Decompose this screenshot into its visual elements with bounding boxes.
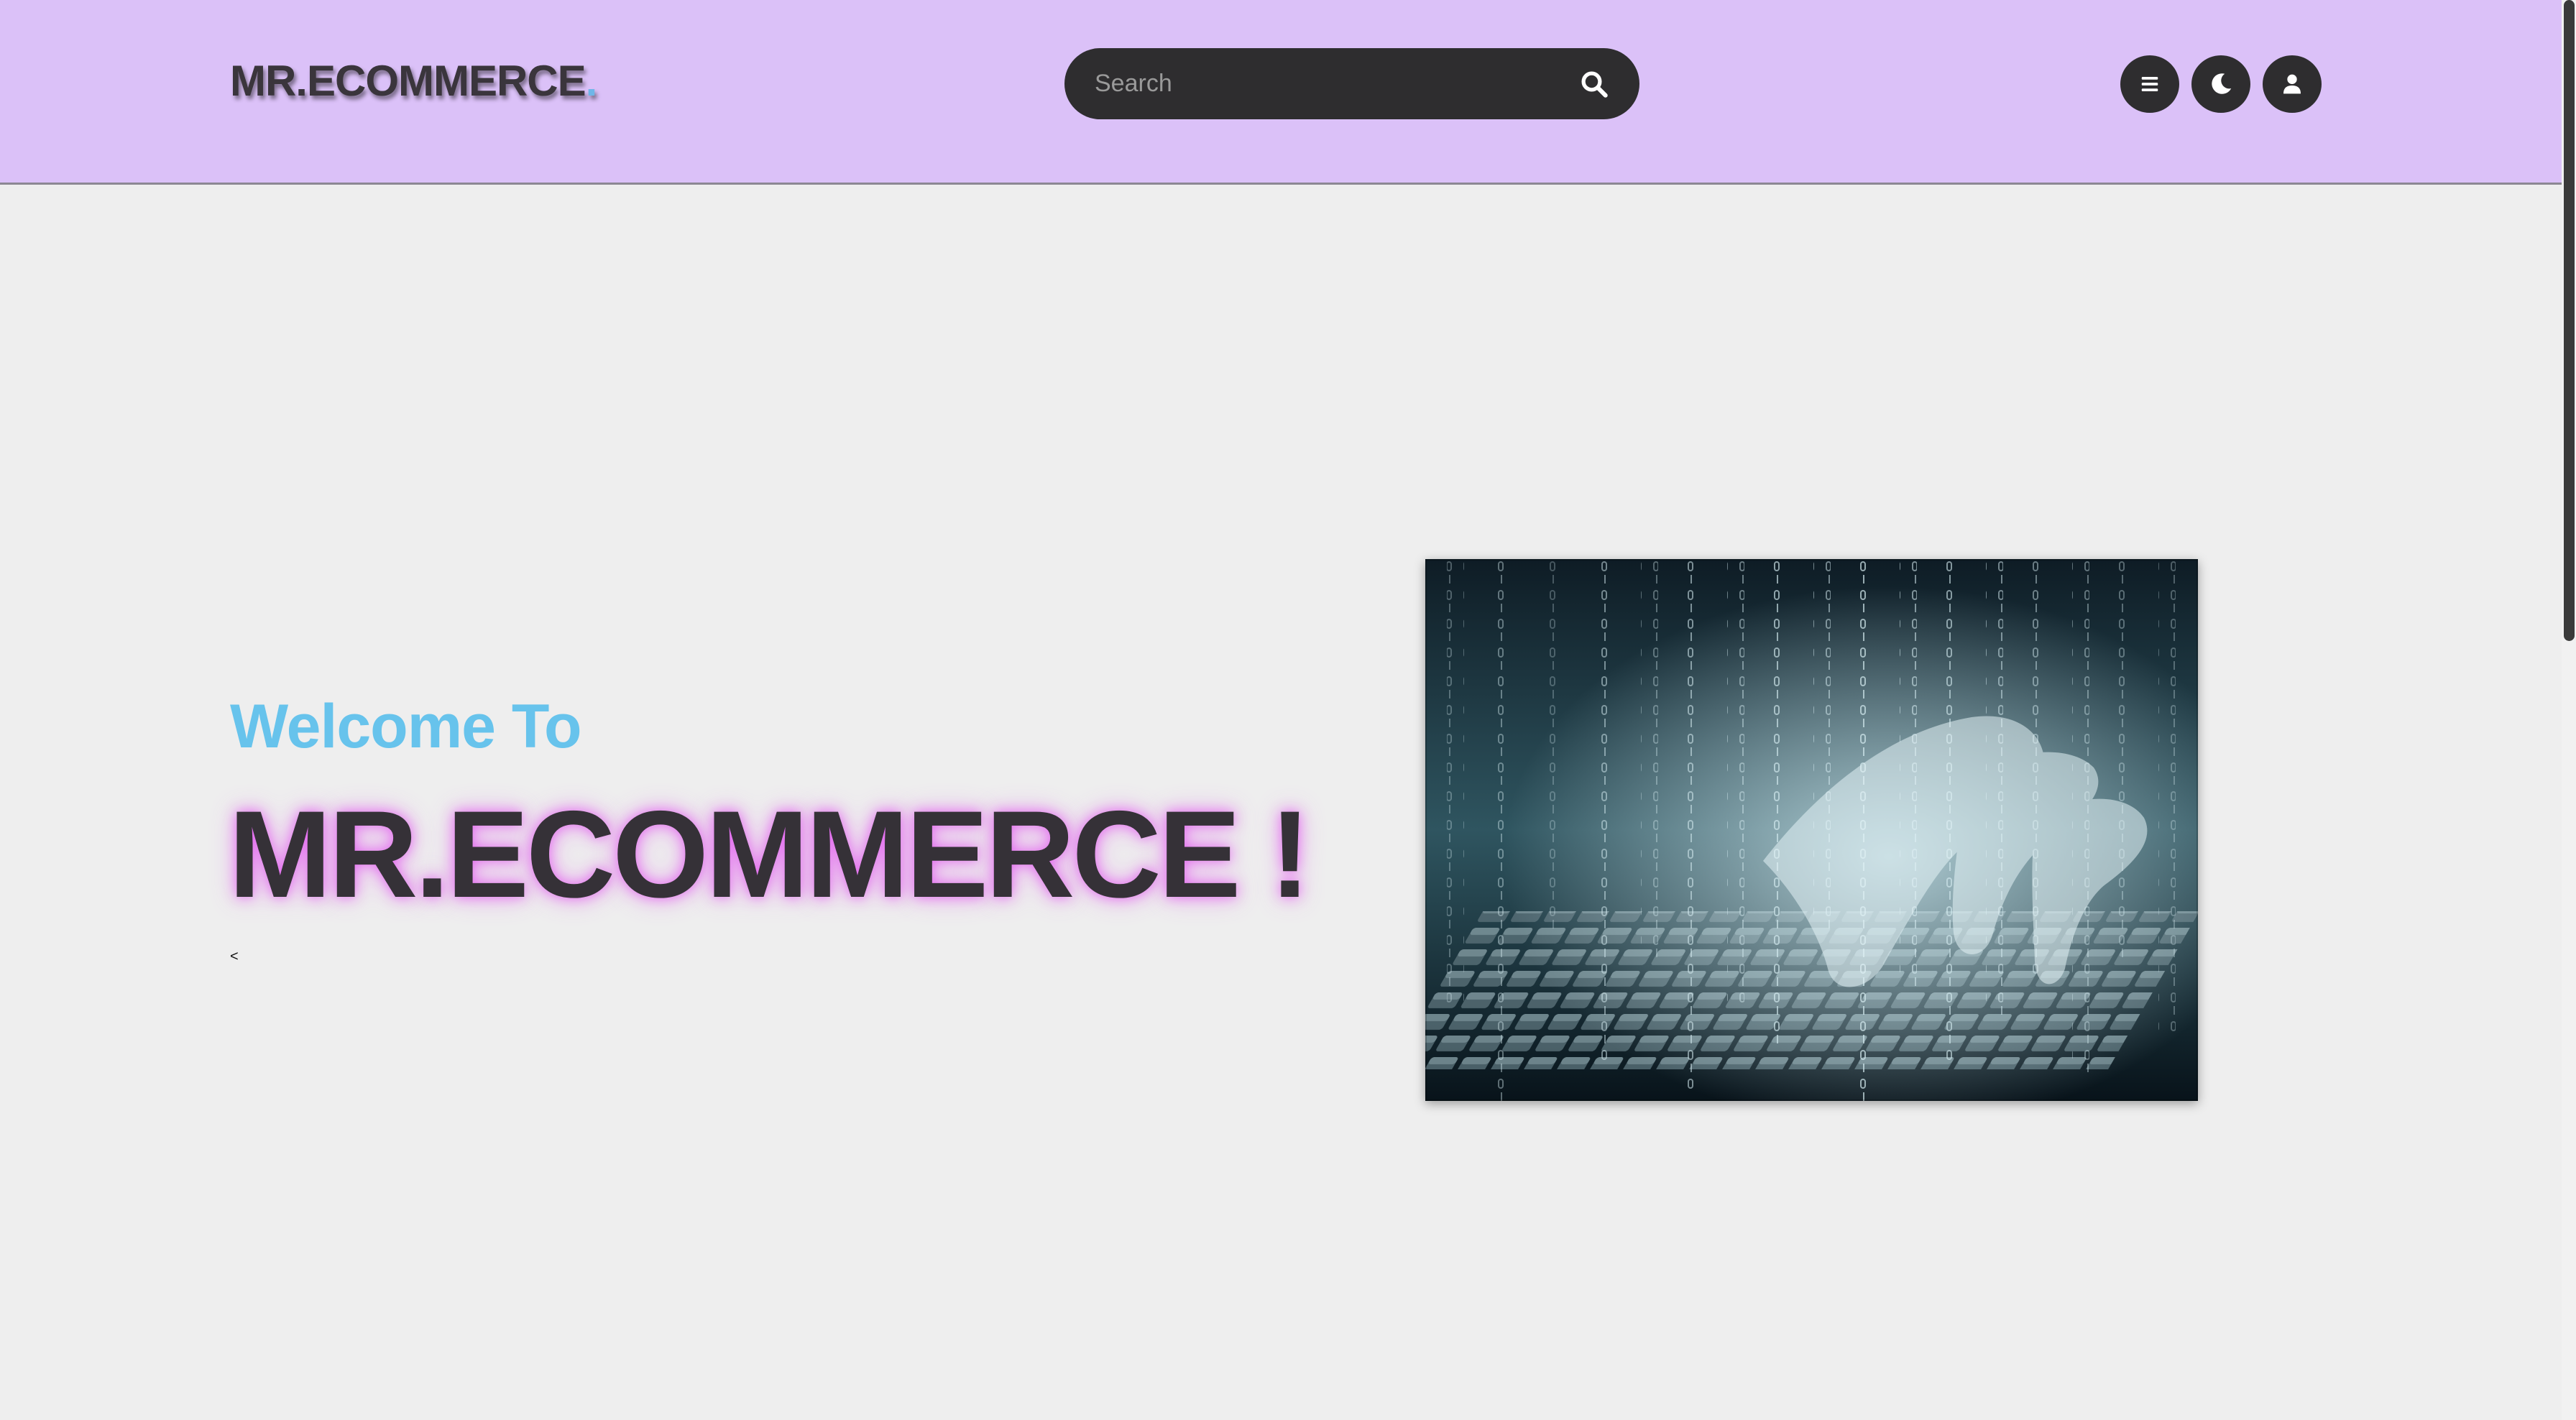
site-logo[interactable]: MR.ECOMMERCE. xyxy=(230,56,597,106)
search-icon[interactable] xyxy=(1578,68,1611,101)
logo-text: MR.ECOMMERCE xyxy=(230,57,586,105)
welcome-heading: Welcome To xyxy=(230,692,582,761)
small-text: < xyxy=(230,949,239,964)
logo-dot: . xyxy=(585,57,598,105)
hero-image xyxy=(1425,559,2198,1101)
menu-button[interactable] xyxy=(2120,55,2179,113)
user-account-button[interactable] xyxy=(2263,55,2322,113)
menu-icon xyxy=(2141,77,2158,91)
binary-code-hands-keyboard-image xyxy=(1425,559,2198,1101)
top-navbar: MR.ECOMMERCE. xyxy=(0,0,2562,185)
page: MR.ECOMMERCE. Search Welcome To MR.ECOMM… xyxy=(0,0,2576,1420)
user-icon xyxy=(2283,74,2301,94)
scrollbar-thumb[interactable] xyxy=(2564,0,2575,641)
moon-icon xyxy=(2212,73,2232,94)
search-input[interactable] xyxy=(1093,69,1578,98)
search-bar xyxy=(1064,48,1639,119)
theme-toggle-button[interactable] xyxy=(2191,55,2250,113)
hero-title: MR.ECOMMERCE ! xyxy=(229,785,1310,923)
vertical-scrollbar[interactable] xyxy=(2562,0,2576,1420)
